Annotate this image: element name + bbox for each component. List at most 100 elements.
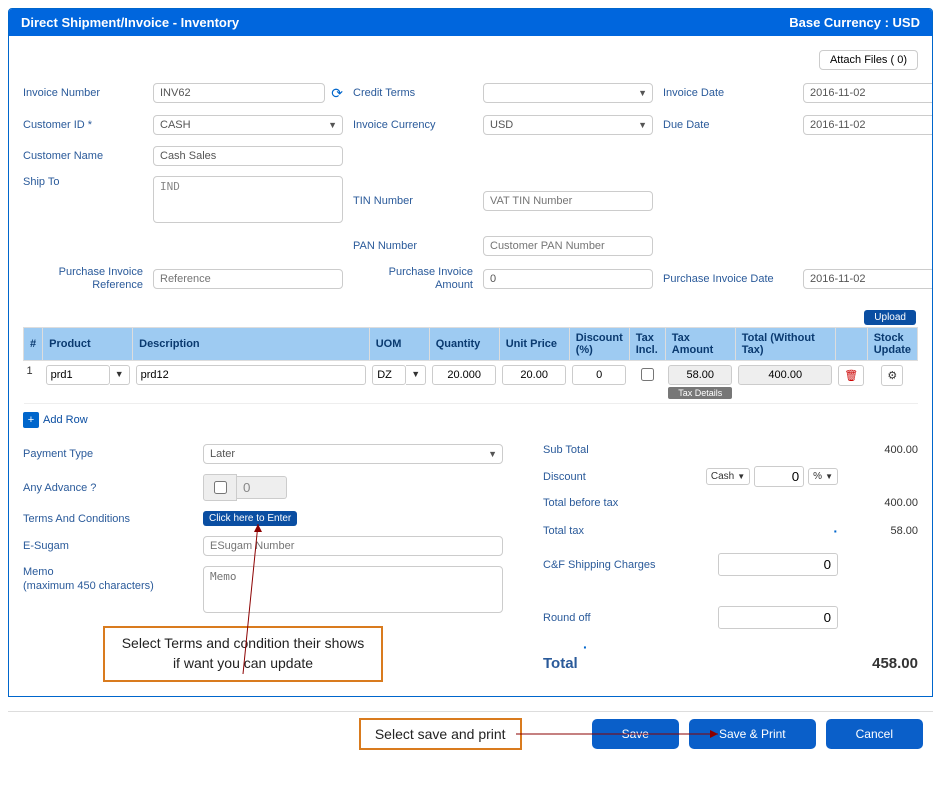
th-unit-price: Unit Price xyxy=(499,328,569,361)
pir-label: Purchase InvoiceReference xyxy=(23,266,143,292)
total-value: 458.00 xyxy=(838,655,918,672)
pid-label: Purchase Invoice Date xyxy=(663,273,793,285)
payment-type-select[interactable] xyxy=(203,444,503,464)
tax-amount-display xyxy=(668,365,732,385)
memo-textarea[interactable] xyxy=(203,566,503,613)
tax-incl-checkbox[interactable] xyxy=(641,368,654,381)
attach-files-button[interactable]: Attach Files ( 0) xyxy=(819,50,918,70)
invoice-date-label: Invoice Date xyxy=(663,87,793,99)
total-before-tax-value: 400.00 xyxy=(838,497,918,509)
uom-select[interactable] xyxy=(372,365,406,385)
terms-button[interactable]: Click here to Enter xyxy=(203,511,297,526)
th-delete xyxy=(835,328,867,361)
invoice-number-input[interactable] xyxy=(153,83,325,103)
product-select[interactable] xyxy=(46,365,110,385)
discount-input[interactable] xyxy=(572,365,626,385)
discount-type-select[interactable]: Cash ▼ xyxy=(706,468,750,485)
bottom-section: Payment Type ▼ Any Advance ? Terms And C… xyxy=(23,444,918,682)
due-date-label: Due Date xyxy=(663,119,793,131)
due-date-input[interactable] xyxy=(803,115,933,135)
caret-down-icon: ▼ xyxy=(638,120,647,130)
esugam-input[interactable] xyxy=(203,536,503,556)
pid-input[interactable] xyxy=(803,269,933,289)
description-input[interactable] xyxy=(136,365,367,385)
tin-input[interactable] xyxy=(483,191,653,211)
expand-tax-icon[interactable]: · xyxy=(703,523,838,539)
window-title: Direct Shipment/Invoice - Inventory xyxy=(21,15,239,30)
invoice-currency-select[interactable] xyxy=(483,115,653,135)
customer-name-label: Customer Name xyxy=(23,150,143,162)
ship-to-label: Ship To xyxy=(23,176,143,188)
th-stock-update: Stock Update xyxy=(867,328,917,361)
total-tax-value: 58.00 xyxy=(838,525,918,537)
caret-down-icon[interactable]: ▼ xyxy=(110,365,130,385)
th-tax-amount: Tax Amount xyxy=(665,328,735,361)
advance-label: Any Advance ? xyxy=(23,482,193,494)
caret-down-icon[interactable]: ▼ xyxy=(406,365,426,385)
credit-terms-label: Credit Terms xyxy=(353,87,473,99)
th-description: Description xyxy=(133,328,370,361)
stock-update-icon[interactable]: ⚙ xyxy=(881,365,903,386)
ship-to-textarea[interactable]: IND xyxy=(153,176,343,223)
discount-amount-input[interactable] xyxy=(754,466,804,487)
sub-total-label: Sub Total xyxy=(543,444,703,456)
round-off-input[interactable] xyxy=(718,606,838,629)
pir-input[interactable] xyxy=(153,269,343,289)
tax-details-button[interactable]: Tax Details xyxy=(668,387,732,399)
cancel-button[interactable]: Cancel xyxy=(826,719,923,749)
upload-button[interactable]: Upload xyxy=(864,310,916,325)
esugam-label: E-Sugam xyxy=(23,540,193,552)
th-discount: Discount (%) xyxy=(569,328,629,361)
invoice-number-label: Invoice Number xyxy=(23,87,143,99)
caret-down-icon: ▼ xyxy=(825,472,833,481)
invoice-date-input[interactable] xyxy=(803,83,933,103)
sub-total-value: 400.00 xyxy=(838,444,918,456)
total-tax-label: Total tax xyxy=(543,525,703,537)
pia-label: Purchase InvoiceAmount xyxy=(353,266,473,292)
add-row-button[interactable]: + Add Row xyxy=(23,414,88,426)
qty-input[interactable] xyxy=(432,365,496,385)
save-button[interactable]: Save xyxy=(592,719,679,749)
customer-name-input[interactable] xyxy=(153,146,343,166)
discount-label: Discount xyxy=(543,471,703,483)
caret-down-icon: ▼ xyxy=(488,449,497,459)
refresh-icon[interactable]: ⟳ xyxy=(331,85,343,102)
table-row: 1 ▼ ▼ xyxy=(24,361,918,404)
pan-input[interactable] xyxy=(483,236,653,256)
row-total-display xyxy=(738,365,832,385)
pia-input[interactable] xyxy=(483,269,653,289)
invoice-window: Direct Shipment/Invoice - Inventory Base… xyxy=(8,8,933,697)
title-bar: Direct Shipment/Invoice - Inventory Base… xyxy=(9,9,932,36)
th-tax-incl: Tax Incl. xyxy=(629,328,665,361)
base-currency-label: Base Currency : USD xyxy=(789,15,920,30)
invoice-currency-label: Invoice Currency xyxy=(353,119,473,131)
memo-label: Memo(maximum 450 characters) xyxy=(23,566,193,592)
terms-label: Terms And Conditions xyxy=(23,513,193,525)
header-form: Invoice Number ⟳ Credit Terms ▼ Invoice … xyxy=(23,82,918,292)
caret-down-icon: ▼ xyxy=(638,88,647,98)
terms-callout: Select Terms and condition their shows i… xyxy=(103,626,383,681)
caret-down-icon: ▼ xyxy=(328,120,337,130)
save-print-button[interactable]: Save & Print xyxy=(689,719,816,749)
advance-checkbox[interactable] xyxy=(214,481,227,494)
unit-price-input[interactable] xyxy=(502,365,566,385)
trash-icon[interactable]: 🗑 xyxy=(838,365,864,386)
tin-label: TIN Number xyxy=(353,195,473,207)
total-label: Total xyxy=(543,655,703,672)
save-callout: Select save and print xyxy=(359,718,522,750)
discount-unit-select[interactable]: % ▼ xyxy=(808,468,838,485)
footer-bar: Select save and print Save Save & Print … xyxy=(8,711,933,756)
expand-icon[interactable]: · xyxy=(583,639,918,655)
customer-id-select[interactable] xyxy=(153,115,343,135)
add-row-label: Add Row xyxy=(43,414,88,426)
th-product: Product xyxy=(43,328,133,361)
credit-terms-select[interactable] xyxy=(483,83,653,103)
content-area: Attach Files ( 0) Invoice Number ⟳ Credi… xyxy=(9,36,932,696)
plus-icon: + xyxy=(23,412,39,428)
th-uom: UOM xyxy=(369,328,429,361)
cf-shipping-input[interactable] xyxy=(718,553,838,576)
advance-input[interactable] xyxy=(237,476,287,499)
th-num: # xyxy=(24,328,43,361)
th-total: Total (Without Tax) xyxy=(735,328,835,361)
total-before-tax-label: Total before tax xyxy=(543,497,703,509)
